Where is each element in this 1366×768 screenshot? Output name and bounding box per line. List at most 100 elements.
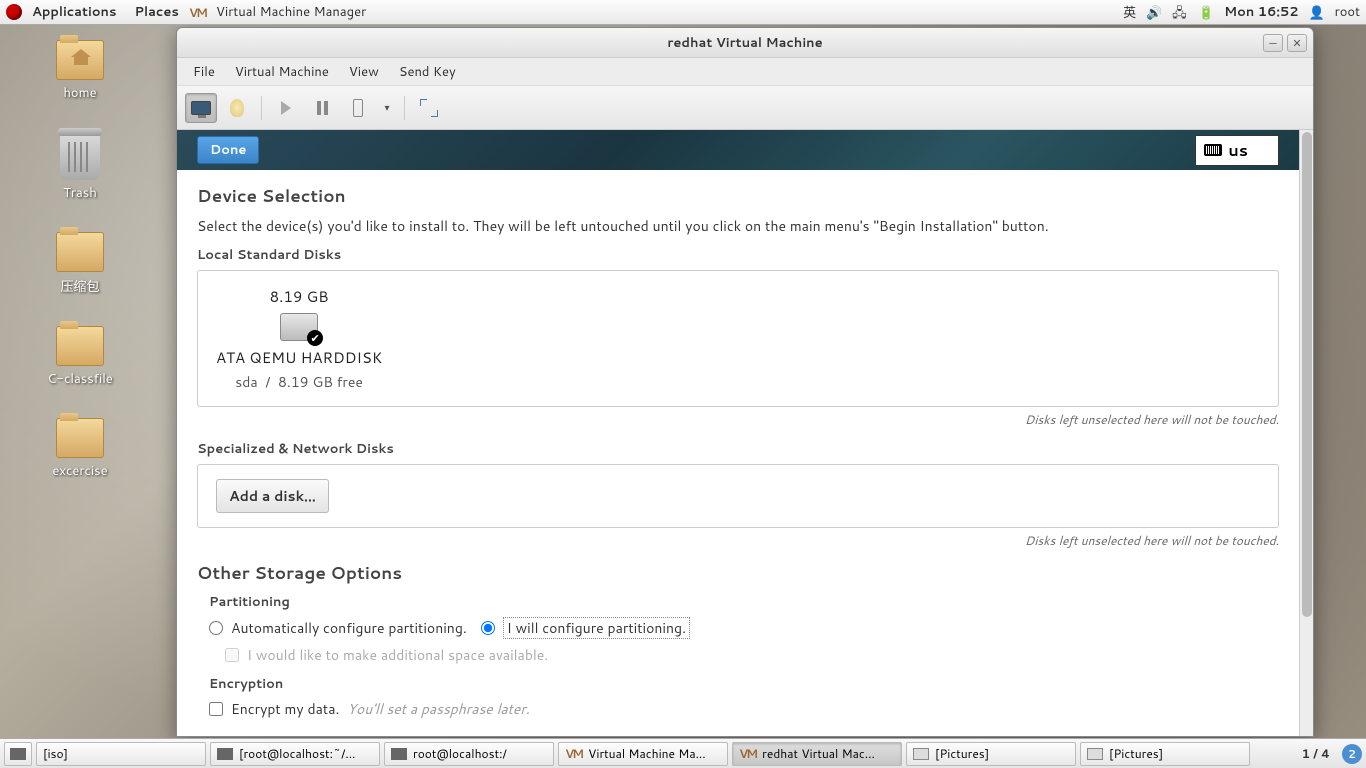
workspace-indicator[interactable]: 1 / 4 [1294,745,1338,762]
user-icon: 👤 [1309,4,1325,20]
partitioning-heading: Partitioning [209,593,1279,611]
exercise-folder-icon[interactable]: excercise [20,418,140,480]
disk-detail: sda / 8.19 GB free [235,372,363,392]
terminal-icon [391,748,407,760]
shutdown-dropdown[interactable]: ▾ [378,93,396,123]
folder-icon [56,418,104,458]
close-button[interactable]: ✕ [1287,34,1307,52]
shutdown-button[interactable] [342,93,374,123]
manual-partition-label[interactable]: I will configure partitioning. [503,617,690,639]
monitor-icon [191,101,211,115]
trash-icon[interactable]: Trash [20,132,140,202]
volume-icon[interactable]: 🔊 [1146,4,1162,20]
task-pictures-1[interactable]: [Pictures] [906,742,1076,766]
make-space-label: I would like to make additional space av… [247,645,548,665]
window-icon [1087,748,1103,760]
desktop-icon [10,748,26,760]
disk-size: 8.19 GB [270,286,329,307]
top-panel: Applications Places VM Virtual Machine M… [0,0,1366,25]
folder-icon [56,40,104,80]
keyboard-icon [1204,144,1222,156]
local-disks-box: 8.19 GB ATA QEMU HARDDISK sda / 8.19 GB … [197,270,1279,407]
vmm-app-icon: VM [189,4,206,21]
disk-sda[interactable]: 8.19 GB ATA QEMU HARDDISK sda / 8.19 GB … [216,286,382,392]
device-icon [353,99,363,117]
manual-partition-radio[interactable] [481,621,495,635]
pause-button[interactable] [306,93,338,123]
battery-icon[interactable]: 🔋 [1198,4,1214,20]
keyboard-layout-label: us [1228,139,1248,162]
bottom-panel: [iso] [root@localhost:~/... root@localho… [0,738,1366,768]
user-menu[interactable]: root [1335,3,1360,21]
encrypt-label[interactable]: Encrypt my data. [231,699,339,719]
task-redhat-vm[interactable]: VMredhat Virtual Mac... [732,742,902,766]
icon-label: C-classfile [47,370,113,388]
keyboard-layout-indicator[interactable]: us [1195,135,1279,166]
network-disks-note: Disks left unselected here will not be t… [197,532,1279,549]
menu-send-key[interactable]: Send Key [391,59,464,85]
vm-scrollbar[interactable] [1299,130,1313,736]
done-button[interactable]: Done [197,136,259,164]
run-button[interactable] [270,93,302,123]
menu-virtual-machine[interactable]: Virtual Machine [227,59,337,85]
console-view-button[interactable] [185,93,217,123]
icon-label: 压缩包 [60,276,99,296]
window-titlebar[interactable]: redhat Virtual Machine — ✕ [177,28,1313,58]
bulb-icon [230,99,244,117]
anaconda-body: Device Selection Select the device(s) yo… [177,170,1299,736]
icon-label: Trash [63,184,97,202]
fullscreen-button[interactable] [413,93,445,123]
other-storage-title: Other Storage Options [197,561,1279,585]
local-disks-note: Disks left unselected here will not be t… [197,411,1279,428]
task-pictures-2[interactable]: [Pictures] [1080,742,1250,766]
places-menu[interactable]: Places [126,1,186,23]
vm-window: redhat Virtual Machine — ✕ File Virtual … [176,27,1314,737]
applications-menu[interactable]: Applications [24,1,124,23]
menu-file[interactable]: File [185,59,223,85]
home-folder-icon[interactable]: home [20,40,140,102]
encrypt-hint: You'll set a passphrase later. [347,699,529,719]
desktop-icons: home Trash 压缩包 C-classfile excercise [20,40,140,480]
task-vmm[interactable]: VMVirtual Machine Ma... [558,742,728,766]
network-icon[interactable]: 🖧 [1172,4,1188,20]
ime-indicator[interactable]: 英 [1123,2,1136,22]
classfile-folder-icon[interactable]: C-classfile [20,326,140,388]
separator [261,96,262,120]
terminal-icon [217,748,233,760]
task-iso[interactable]: [iso] [36,742,206,766]
vmm-icon: VM [565,745,582,762]
task-terminal-1[interactable]: [root@localhost:~/... [210,742,380,766]
vmm-icon: VM [739,745,756,762]
show-desktop-button[interactable] [4,742,32,766]
network-disks-heading: Specialized & Network Disks [197,440,1279,458]
disk-name: ATA QEMU HARDDISK [216,347,382,368]
auto-partition-radio[interactable] [209,621,223,635]
device-selection-title: Device Selection [197,184,1279,208]
separator [404,96,405,120]
clock[interactable]: Mon 16:52 [1224,3,1299,21]
network-disks-box: Add a disk... [197,464,1279,528]
anaconda-installer: Done us Device Selection Select the devi… [177,130,1299,736]
auto-partition-label[interactable]: Automatically configure partitioning. [231,618,467,638]
icon-label: home [63,84,96,102]
harddisk-icon [280,313,318,341]
window-title: redhat Virtual Machine [667,34,822,52]
menu-view[interactable]: View [341,59,387,85]
details-view-button[interactable] [221,93,253,123]
notification-badge[interactable]: 2 [1342,744,1362,764]
minimize-button[interactable]: — [1263,34,1283,52]
trash-bin-icon [60,132,100,180]
task-terminal-2[interactable]: root@localhost:/ [384,742,554,766]
local-disks-heading: Local Standard Disks [197,246,1279,264]
scrollbar-thumb[interactable] [1302,132,1312,617]
archive-folder-icon[interactable]: 压缩包 [20,232,140,296]
add-disk-button[interactable]: Add a disk... [216,479,329,513]
folder-icon [56,232,104,272]
chevron-down-icon: ▾ [384,101,389,115]
window-icon [913,748,929,760]
device-selection-desc: Select the device(s) you'd like to insta… [197,216,1279,236]
encrypt-checkbox[interactable] [209,702,223,716]
icon-label: excercise [52,462,107,480]
active-app-title[interactable]: Virtual Machine Manager [208,1,374,23]
toolbar: ▾ [177,86,1313,130]
